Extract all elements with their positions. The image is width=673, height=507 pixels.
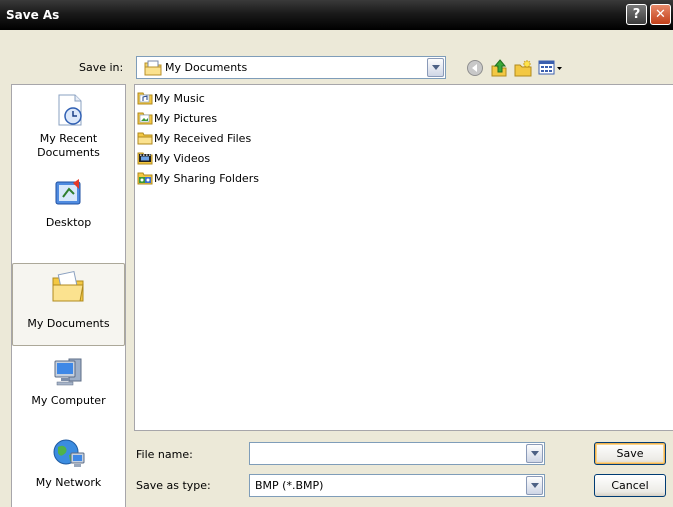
save-button[interactable]: Save bbox=[594, 442, 666, 465]
list-item-my-music[interactable]: My Music bbox=[137, 90, 205, 108]
save-in-value: My Documents bbox=[165, 61, 248, 74]
place-label: My Recent Documents bbox=[37, 132, 100, 159]
place-my-computer[interactable]: My Computer bbox=[12, 355, 125, 408]
chevron-down-icon[interactable] bbox=[526, 444, 543, 463]
my-network-icon bbox=[53, 439, 84, 467]
title-bar: Save As ? ✕ bbox=[0, 0, 673, 30]
place-my-network[interactable]: My Network bbox=[12, 437, 125, 490]
my-documents-small-icon bbox=[144, 60, 162, 76]
window-title: Save As bbox=[6, 8, 60, 22]
help-button[interactable]: ? bbox=[626, 4, 647, 25]
folder-icon bbox=[137, 132, 153, 145]
chevron-down-icon bbox=[427, 58, 444, 77]
my-computer-icon bbox=[54, 358, 81, 386]
sharing-folders-icon bbox=[137, 172, 153, 185]
save-as-type-label: Save as type: bbox=[136, 479, 211, 492]
save-as-type-value: BMP (*.BMP) bbox=[255, 479, 324, 492]
places-bar: My Recent Documents Desktop My Documents… bbox=[11, 84, 126, 507]
save-button-label: Save bbox=[616, 447, 644, 460]
place-label: My Computer bbox=[31, 394, 106, 407]
save-as-type-dropdown[interactable]: BMP (*.BMP) bbox=[249, 474, 545, 497]
music-folder-icon bbox=[137, 92, 153, 105]
my-documents-icon bbox=[52, 270, 84, 302]
desktop-icon bbox=[55, 179, 80, 205]
cancel-button-label: Cancel bbox=[611, 479, 649, 492]
close-button[interactable]: ✕ bbox=[650, 4, 671, 25]
close-icon: ✕ bbox=[655, 7, 666, 22]
file-name: My Received Files bbox=[154, 132, 252, 145]
up-one-level-icon[interactable] bbox=[490, 59, 508, 77]
pictures-folder-icon bbox=[137, 112, 153, 125]
list-item-my-videos[interactable]: My Videos bbox=[137, 150, 210, 168]
recent-documents-icon bbox=[58, 94, 82, 126]
place-my-recent-documents[interactable]: My Recent Documents bbox=[12, 93, 125, 160]
place-label: My Documents bbox=[27, 317, 110, 330]
place-my-documents[interactable]: My Documents bbox=[12, 263, 125, 346]
list-item-my-pictures[interactable]: My Pictures bbox=[137, 110, 217, 128]
save-in-dropdown[interactable]: My Documents bbox=[136, 56, 446, 79]
file-name-combo[interactable] bbox=[249, 442, 545, 465]
place-desktop[interactable]: Desktop bbox=[12, 177, 125, 230]
file-name-label: File name: bbox=[136, 448, 193, 461]
file-name: My Pictures bbox=[154, 112, 218, 125]
file-name: My Videos bbox=[154, 152, 211, 165]
save-in-label: Save in: bbox=[79, 61, 124, 74]
file-list[interactable]: My Music My Pictures My Received Files M… bbox=[134, 84, 673, 431]
help-icon: ? bbox=[632, 7, 641, 22]
place-label: Desktop bbox=[45, 216, 92, 229]
videos-folder-icon bbox=[137, 152, 153, 165]
views-menu-icon[interactable] bbox=[538, 59, 564, 77]
new-folder-icon[interactable] bbox=[514, 59, 532, 77]
list-item-my-received-files[interactable]: My Received Files bbox=[137, 130, 251, 148]
file-name: My Sharing Folders bbox=[154, 172, 259, 185]
file-name: My Music bbox=[154, 92, 205, 105]
place-label: My Network bbox=[35, 476, 102, 489]
list-item-my-sharing-folders[interactable]: My Sharing Folders bbox=[137, 170, 259, 188]
cancel-button[interactable]: Cancel bbox=[594, 474, 666, 497]
chevron-down-icon[interactable] bbox=[526, 476, 543, 495]
back-icon[interactable] bbox=[466, 59, 484, 77]
